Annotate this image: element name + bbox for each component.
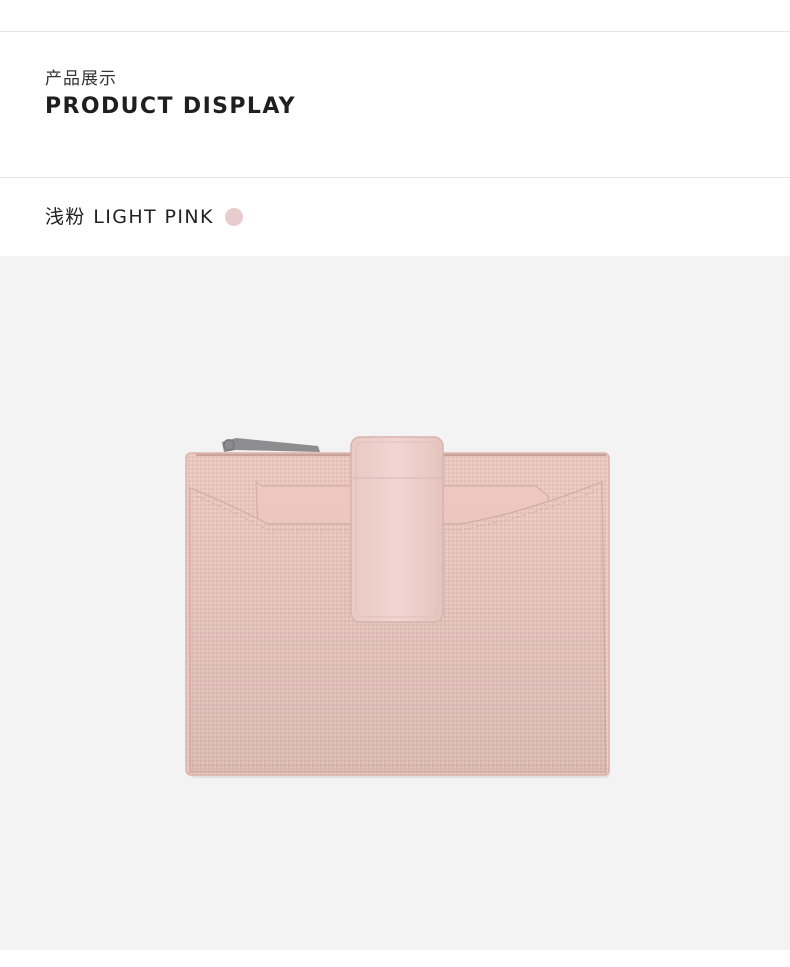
section-divider — [0, 177, 790, 178]
section-title-en: PRODUCT DISPLAY — [45, 94, 296, 119]
wallet-illustration — [185, 436, 610, 778]
section-header: 产品展示 PRODUCT DISPLAY — [45, 68, 296, 122]
top-divider — [0, 31, 790, 32]
snap-tab — [350, 436, 444, 623]
color-option: 浅粉 LIGHT PINK — [45, 202, 243, 232]
color-swatch — [224, 208, 243, 226]
zipper-pull — [222, 438, 320, 452]
color-option-label: 浅粉 LIGHT PINK — [45, 206, 214, 228]
product-photo — [0, 256, 790, 950]
section-title-cn: 产品展示 — [45, 69, 117, 89]
